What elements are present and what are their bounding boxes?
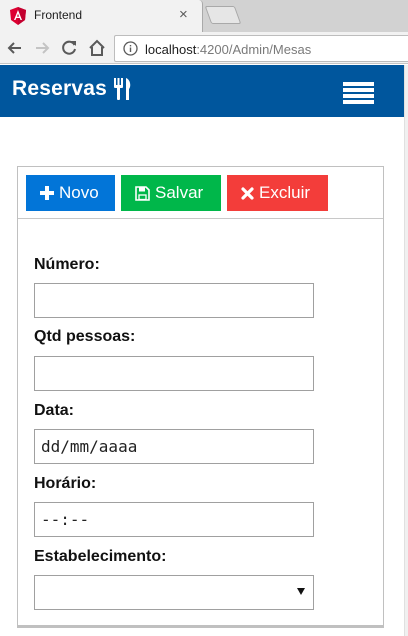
hamburger-menu-icon[interactable]	[343, 82, 374, 106]
card-bottom-border	[17, 625, 384, 628]
novo-label: Novo	[59, 183, 99, 202]
novo-button[interactable]: Novo	[26, 175, 115, 211]
numero-input[interactable]	[34, 283, 314, 318]
angular-icon	[10, 7, 26, 25]
reload-icon[interactable]	[58, 37, 80, 59]
salvar-label: Salvar	[155, 183, 204, 202]
salvar-button[interactable]: Salvar	[121, 175, 221, 211]
form-card: Novo Salvar Excluir Número: Qtd pessoas:	[17, 166, 384, 628]
estabelecimento-label: Estabelecimento:	[34, 548, 167, 565]
address-bar[interactable]: localhost:4200/Admin/Mesas	[114, 35, 408, 62]
tab-title: Frontend	[34, 8, 83, 22]
card-toolbar: Novo Salvar Excluir	[18, 167, 383, 219]
home-icon[interactable]	[86, 37, 108, 59]
hamburger-bar	[343, 88, 374, 92]
data-date-input[interactable]: dd/mm/aaaa	[34, 429, 314, 464]
browser-toolbar: localhost:4200/Admin/Mesas	[0, 32, 408, 64]
browser-tabstrip: Frontend ×	[0, 0, 408, 32]
brand-title: Reservas	[12, 77, 108, 100]
estabelecimento-select[interactable]	[34, 575, 314, 610]
url-host: localhost	[145, 42, 197, 57]
hamburger-bar	[343, 94, 374, 98]
forward-arrow-icon[interactable]	[31, 37, 53, 59]
hamburger-bar	[343, 82, 374, 86]
horario-time-input[interactable]: --:--	[34, 502, 314, 537]
data-label: Data:	[34, 402, 75, 419]
close-x-icon	[241, 186, 254, 200]
plus-icon	[40, 186, 54, 200]
floppy-disk-icon	[135, 185, 150, 201]
numero-label: Número:	[34, 256, 100, 273]
cutlery-icon	[114, 78, 131, 100]
page-viewport: Reservas Novo Salvar Excluir Número: Qtd…	[0, 65, 404, 636]
url-text[interactable]: localhost:4200/Admin/Mesas	[145, 42, 311, 57]
browser-tab[interactable]: Frontend ×	[0, 0, 203, 32]
qtd-pessoas-input[interactable]	[34, 356, 314, 391]
hamburger-bar	[343, 100, 374, 104]
dropdown-arrow-icon	[297, 588, 305, 595]
horario-label: Horário:	[34, 475, 97, 492]
info-icon[interactable]	[123, 41, 138, 56]
qtd-pessoas-label: Qtd pessoas:	[34, 328, 136, 345]
excluir-label: Excluir	[259, 183, 311, 202]
page-scrollbar[interactable]	[404, 65, 408, 636]
url-path: :4200/Admin/Mesas	[196, 42, 312, 57]
new-tab-button[interactable]	[204, 6, 242, 24]
brand[interactable]: Reservas	[12, 77, 133, 101]
navbar: Reservas	[0, 65, 404, 117]
excluir-button[interactable]: Excluir	[227, 175, 328, 211]
back-arrow-icon[interactable]	[4, 37, 26, 59]
tab-close-icon[interactable]: ×	[179, 5, 188, 25]
